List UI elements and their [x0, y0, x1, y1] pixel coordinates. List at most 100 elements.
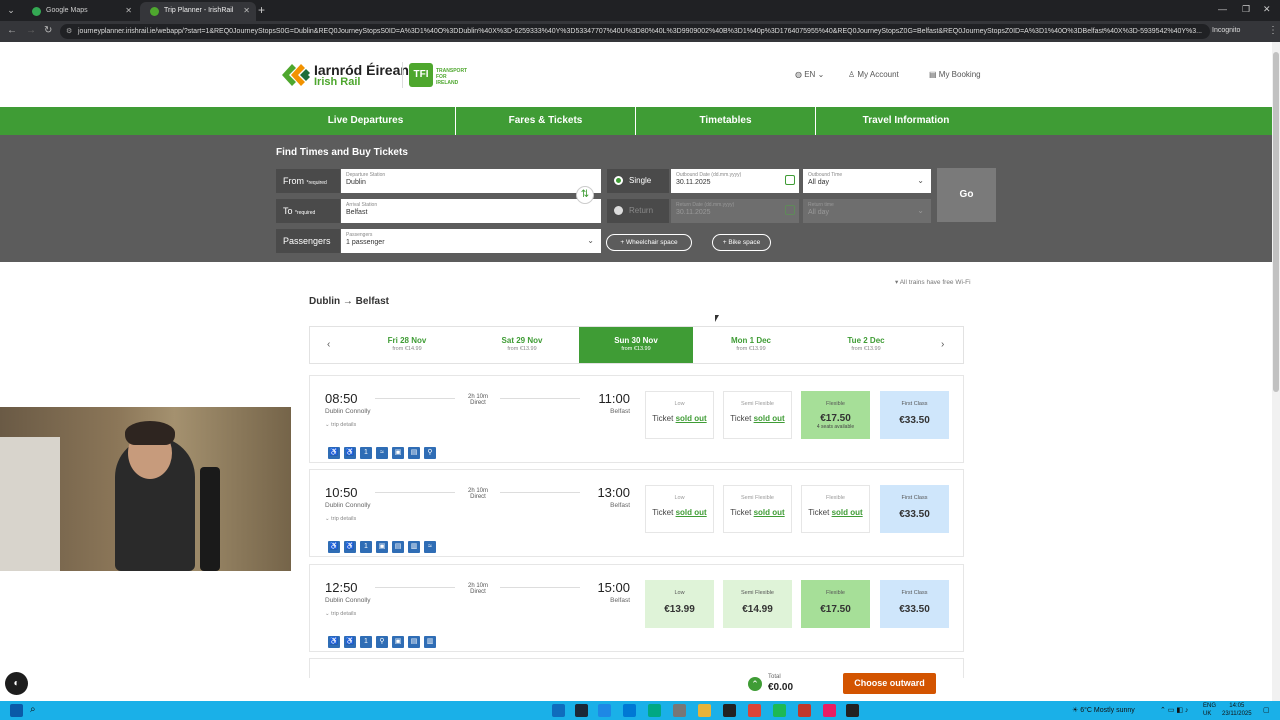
accessible-icon: ♿	[344, 541, 356, 553]
fare-flexible[interactable]: Flexible €17.50 4 seats available	[801, 391, 870, 439]
nav-timetables[interactable]: Timetables	[636, 107, 816, 135]
accessible-icon: ♿	[344, 447, 356, 459]
my-account-link[interactable]: ♙ My Account	[848, 70, 899, 79]
accessibility-icon[interactable]: ◐	[5, 672, 28, 695]
calendar-icon[interactable]	[785, 175, 795, 185]
page-scrollbar[interactable]	[1272, 42, 1280, 701]
wheelchair-space-button[interactable]: + Wheelchair space	[606, 234, 692, 251]
journey-row[interactable]: 12:50 Dublin Connolly 2h 10m Direct 15:00…	[309, 564, 964, 652]
amenity-icons: ♿ ♿ 1 ⚲ ▣ ▤ ▥	[328, 630, 440, 648]
accessible-icon: ♿	[344, 636, 356, 648]
tab-title: Google Maps	[46, 7, 88, 14]
choose-outward-button[interactable]: Choose outward	[843, 673, 936, 694]
swap-stations-icon[interactable]: ⇅	[576, 186, 594, 204]
return-radio[interactable]: Return	[607, 199, 669, 223]
amenity-icons: ♿ ♿ 1 ▣ ▤ ▥ ≈	[328, 535, 440, 553]
bike-icon: ⚲	[424, 447, 436, 459]
close-tab-icon[interactable]: ✕	[125, 6, 132, 15]
fare-low[interactable]: Low €13.99	[645, 580, 714, 628]
tfi-logo[interactable]: TFI	[409, 63, 433, 87]
back-icon[interactable]: ←	[7, 25, 17, 36]
url-field[interactable]: ⚙ journeyplanner.irishrail.ie/webapp/?st…	[60, 24, 1210, 39]
windows-start-icon[interactable]	[10, 704, 23, 717]
tray-icons[interactable]: ⌃ ▭ ◧ ♪	[1160, 706, 1188, 714]
outbound-date-field[interactable]: Outbound Date (dd.mm.yyyy) 30.11.2025	[671, 169, 799, 193]
language-indicator[interactable]: ENG UK	[1203, 702, 1216, 718]
app-icon[interactable]	[623, 704, 636, 717]
date-option-selected[interactable]: Sun 30 Nov from €13.99	[579, 327, 693, 363]
notifications-icon[interactable]: ▢	[1263, 706, 1270, 714]
next-dates-icon[interactable]: ›	[941, 339, 944, 350]
tab-google-maps[interactable]: Google Maps ✕	[22, 2, 138, 21]
catering-icon: ▤	[408, 636, 420, 648]
clock[interactable]: 14:05 23/11/2025	[1222, 702, 1252, 718]
date-option[interactable]: Tue 2 Dec from €13.99	[809, 327, 923, 363]
nav-fares-tickets[interactable]: Fares & Tickets	[456, 107, 636, 135]
bike-space-button[interactable]: + Bike space	[712, 234, 771, 251]
nav-live-departures[interactable]: Live Departures	[276, 107, 456, 135]
user-icon: ♙	[848, 70, 856, 79]
tab-search-icon[interactable]: ⌄	[4, 3, 18, 17]
go-button[interactable]: Go	[937, 168, 996, 222]
spotify-icon[interactable]	[773, 704, 786, 717]
trip-details-toggle[interactable]: ⌄ trip details	[325, 516, 356, 522]
trip-details-toggle[interactable]: ⌄ trip details	[325, 422, 356, 428]
app-icon[interactable]	[823, 704, 836, 717]
chevron-up-icon[interactable]: ⌃	[748, 677, 762, 691]
forward-icon[interactable]: →	[26, 25, 36, 36]
fare-flexible[interactable]: Flexible €17.50	[801, 580, 870, 628]
my-booking-link[interactable]: ▤ My Booking	[929, 70, 981, 79]
previous-dates-icon[interactable]: ‹	[327, 339, 330, 350]
journey-row[interactable]: 10:50 Dublin Connolly 2h 10m Direct 13:00…	[309, 469, 964, 557]
date-option[interactable]: Fri 28 Nov from €14.99	[350, 327, 464, 363]
date-option[interactable]: Mon 1 Dec from €13.99	[694, 327, 808, 363]
app-icon[interactable]	[748, 704, 761, 717]
outbound-time-select[interactable]: Outbound Time All day ⌄	[803, 169, 931, 193]
search-icon[interactable]: ⌕	[30, 704, 43, 717]
fare-first-class[interactable]: First Class €33.50	[880, 580, 949, 628]
minimize-icon[interactable]: —	[1218, 4, 1227, 14]
weather-widget[interactable]: ☀ 6°C Mostly sunny	[1072, 706, 1135, 714]
nav-travel-information[interactable]: Travel Information	[816, 107, 996, 135]
irish-rail-logo-icon[interactable]	[282, 64, 312, 86]
maximize-icon[interactable]: ❐	[1242, 4, 1250, 15]
scrollbar-thumb[interactable]	[1273, 52, 1279, 392]
app-icon[interactable]	[598, 704, 611, 717]
departure-time: 12:50	[325, 580, 358, 595]
browser-menu-icon[interactable]: ⋮	[1268, 25, 1278, 36]
departure-station-field[interactable]: Departure Station Dublin	[341, 169, 601, 193]
passengers-select[interactable]: Passengers 1 passenger ⌄	[341, 229, 601, 253]
reload-icon[interactable]: ↻	[44, 25, 52, 36]
date-option[interactable]: Sat 29 Nov from €13.99	[465, 327, 579, 363]
arrival-station-field[interactable]: Arrival Station Belfast	[341, 199, 601, 223]
fare-first-class[interactable]: First Class €33.50	[880, 391, 949, 439]
fare-semi-flexible[interactable]: Semi Flexible €14.99	[723, 580, 792, 628]
route-line	[375, 587, 455, 588]
chrome-icon[interactable]	[673, 704, 686, 717]
app-icon[interactable]	[846, 704, 859, 717]
close-window-icon[interactable]: ✕	[1263, 4, 1271, 15]
app-icon[interactable]	[648, 704, 661, 717]
radio-selected-icon	[614, 176, 623, 186]
folder-icon[interactable]	[698, 704, 711, 717]
url-text: journeyplanner.irishrail.ie/webapp/?star…	[78, 28, 1202, 35]
departure-station: Dublin Connolly	[325, 597, 371, 604]
fare-first-class[interactable]: First Class €33.50	[880, 485, 949, 533]
return-time-select: Return time All day ⌄	[803, 199, 931, 223]
steam-icon[interactable]	[575, 704, 588, 717]
language-selector[interactable]: ◍ EN ⌄	[795, 70, 824, 79]
total-price: €0.00	[768, 682, 794, 693]
tab-trip-planner[interactable]: Trip Planner - IrishRail ✕	[140, 2, 256, 21]
app-icon[interactable]	[798, 704, 811, 717]
wifi-icon: ▾	[895, 279, 899, 286]
journey-row[interactable]: 08:50 Dublin Connolly 2h 10m Direct 11:00…	[309, 375, 964, 463]
single-radio[interactable]: Single	[607, 169, 669, 193]
trip-details-toggle[interactable]: ⌄ trip details	[325, 611, 356, 617]
app-icon[interactable]	[723, 704, 736, 717]
catering-icon: ▤	[408, 447, 420, 459]
site-info-icon[interactable]: ⚙	[66, 27, 72, 35]
new-tab-icon[interactable]: +	[258, 3, 265, 17]
close-tab-icon[interactable]: ✕	[243, 6, 250, 15]
to-label: To *required	[276, 199, 340, 223]
edge-icon[interactable]	[552, 704, 565, 717]
